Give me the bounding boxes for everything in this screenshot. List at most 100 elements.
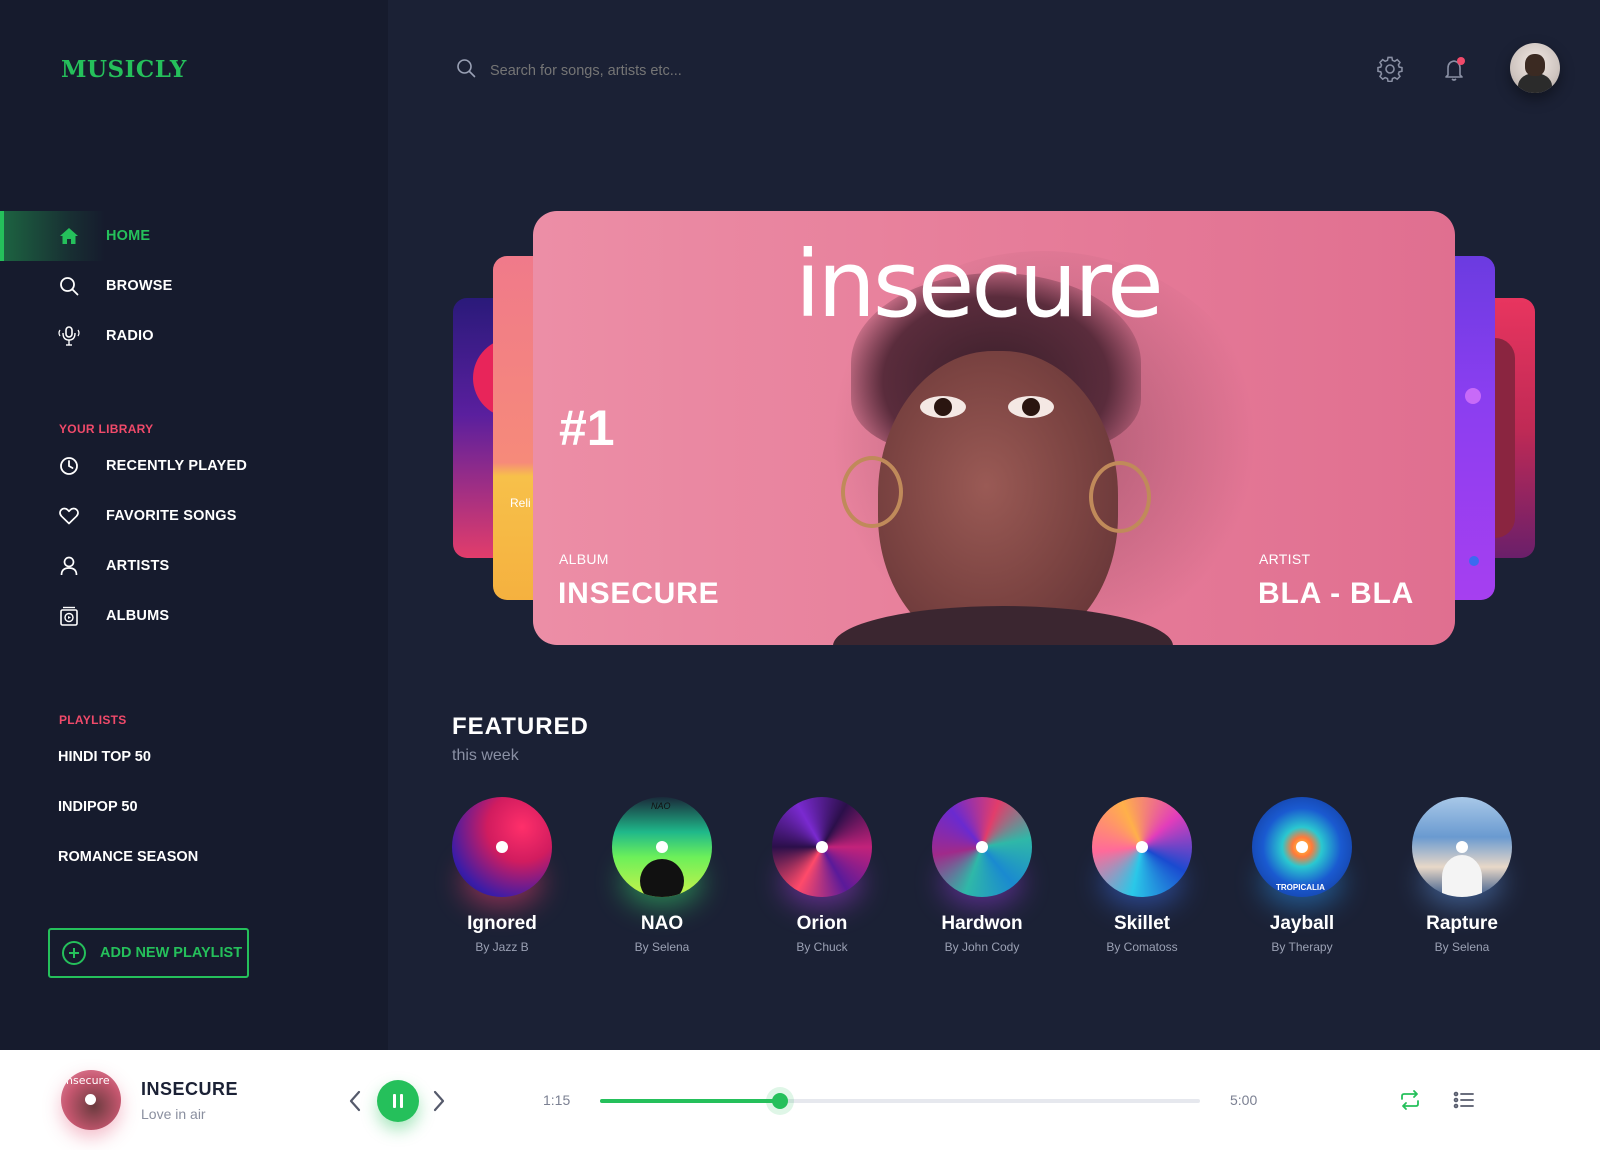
featured-item-nao[interactable]: NAO NAO By Selena	[592, 797, 732, 954]
progress-fill	[600, 1099, 780, 1103]
featured-art	[932, 797, 1032, 897]
nav-label: BROWSE	[106, 278, 173, 294]
search-icon	[58, 276, 80, 296]
featured-name: NAO	[640, 913, 684, 934]
hero-art-eye	[920, 396, 966, 418]
hero-artist-caption: ARTIST	[1259, 551, 1311, 567]
featured-artist: By Selena	[1434, 940, 1490, 954]
hero-art-earring	[1089, 461, 1151, 533]
now-playing-art-text: insecure	[63, 1074, 110, 1087]
nav-item-artists[interactable]: ARTISTS	[0, 541, 388, 591]
search-input[interactable]	[490, 62, 890, 79]
now-playing-title: INSECURE	[141, 1079, 239, 1099]
featured-item-orion[interactable]: Orion By Chuck	[752, 797, 892, 954]
gear-icon[interactable]	[1377, 56, 1403, 83]
user-icon	[58, 556, 80, 576]
avatar-body	[1518, 73, 1552, 93]
album-icon	[58, 606, 80, 626]
plus-circle-icon	[62, 941, 86, 965]
featured-artist: By John Cody	[944, 940, 1020, 954]
hero-rank: #1	[559, 400, 615, 456]
featured-name: Jayball	[1269, 913, 1335, 934]
now-playing-art[interactable]: insecure	[61, 1070, 121, 1130]
pause-button[interactable]	[377, 1080, 419, 1122]
hero-album-art-title: insecure	[795, 231, 1164, 338]
hero-card[interactable]: insecure #1 ALBUM INSECURE ARTIST BLA - …	[533, 211, 1455, 645]
app-logo[interactable]: MUSICLY	[61, 56, 187, 83]
heart-icon	[58, 506, 80, 526]
total-time: 5:00	[1230, 1092, 1258, 1108]
nav-item-albums[interactable]: ALBUMS	[0, 591, 388, 641]
nav-item-radio[interactable]: RADIO	[0, 311, 388, 361]
featured-item-skillet[interactable]: Skillet By Comatoss	[1072, 797, 1212, 954]
featured-art: NAO	[612, 797, 712, 897]
featured-art	[452, 797, 552, 897]
nav-label: RECENTLY PLAYED	[106, 458, 248, 474]
hero-artist-name: BLA - BLA	[1258, 577, 1415, 610]
featured-art: TROPICALIA	[1252, 797, 1352, 897]
nav-label: RADIO	[106, 328, 154, 344]
side-card-text: Reli	[510, 496, 531, 510]
bell-icon[interactable]	[1442, 56, 1468, 82]
current-time: 1:15	[543, 1092, 571, 1108]
art-shape	[640, 859, 684, 897]
featured-name: Rapture	[1426, 913, 1498, 934]
previous-button[interactable]	[348, 1090, 362, 1117]
queue-button[interactable]	[1452, 1088, 1476, 1117]
queue-list-icon	[1453, 1091, 1474, 1109]
featured-artist: By Therapy	[1271, 940, 1333, 954]
hero-art-eye	[1008, 396, 1054, 418]
featured-name: Orion	[796, 913, 848, 934]
art-shape	[1442, 855, 1482, 897]
playlist-item[interactable]: ROMANCE SEASON	[58, 849, 198, 865]
featured-artist: By Jazz B	[475, 940, 529, 954]
featured-art	[1412, 797, 1512, 897]
card-art-shape	[1469, 556, 1479, 566]
radio-mic-icon	[58, 326, 80, 346]
nav-item-home[interactable]: HOME	[0, 211, 388, 261]
nav-item-favorite-songs[interactable]: FAVORITE SONGS	[0, 491, 388, 541]
featured-art-text: NAO	[651, 801, 671, 811]
featured-art	[772, 797, 872, 897]
nav-label: ALBUMS	[106, 608, 170, 624]
featured-name: Skillet	[1114, 913, 1170, 934]
chevron-left-icon	[349, 1090, 361, 1112]
search-bar	[456, 58, 890, 83]
progress-knob[interactable]	[772, 1093, 788, 1109]
repeat-button[interactable]	[1398, 1088, 1422, 1117]
featured-subtitle: this week	[452, 747, 519, 764]
featured-item-rapture[interactable]: Rapture By Selena	[1392, 797, 1532, 954]
nav-label: ARTISTS	[106, 558, 170, 574]
clock-icon	[58, 456, 80, 476]
playlist-item[interactable]: HINDI TOP 50	[58, 749, 151, 765]
featured-item-hardwon[interactable]: Hardwon By John Cody	[912, 797, 1052, 954]
user-avatar[interactable]	[1510, 43, 1560, 93]
nav-item-recently-played[interactable]: RECENTLY PLAYED	[0, 441, 388, 491]
playlist-item[interactable]: INDIPOP 50	[58, 799, 138, 815]
playlists-section-title: PLAYLISTS	[59, 713, 127, 727]
featured-item-ignored[interactable]: Ignored By Jazz B	[432, 797, 572, 954]
now-playing-subtitle: Love in air	[141, 1106, 206, 1122]
player-bar: insecure INSECURE Love in air 1:15 5:00	[0, 1050, 1600, 1150]
nav-item-browse[interactable]: BROWSE	[0, 261, 388, 311]
search-icon	[456, 58, 476, 83]
library-section-title: YOUR LIBRARY	[59, 422, 154, 436]
featured-art-text: TROPICALIA	[1276, 883, 1325, 892]
chevron-right-icon	[433, 1090, 445, 1112]
hero-art-earring	[841, 456, 903, 528]
featured-title: FEATURED	[452, 713, 589, 740]
featured-name: Ignored	[467, 913, 537, 934]
repeat-icon	[1401, 1090, 1419, 1110]
next-button[interactable]	[432, 1090, 446, 1117]
nav-label: FAVORITE SONGS	[106, 508, 237, 524]
hero-album-caption: ALBUM	[559, 551, 609, 567]
featured-artist: By Chuck	[796, 940, 848, 954]
hero-album-name: INSECURE	[558, 577, 720, 610]
hero-art-face	[878, 351, 1118, 645]
featured-artist: By Selena	[634, 940, 690, 954]
add-new-playlist-button[interactable]: ADD NEW PLAYLIST	[48, 928, 249, 978]
featured-item-jayball[interactable]: TROPICALIA Jayball By Therapy	[1232, 797, 1372, 954]
featured-name: Hardwon	[941, 913, 1023, 934]
add-playlist-label: ADD NEW PLAYLIST	[100, 945, 243, 961]
progress-slider[interactable]	[600, 1093, 1200, 1109]
